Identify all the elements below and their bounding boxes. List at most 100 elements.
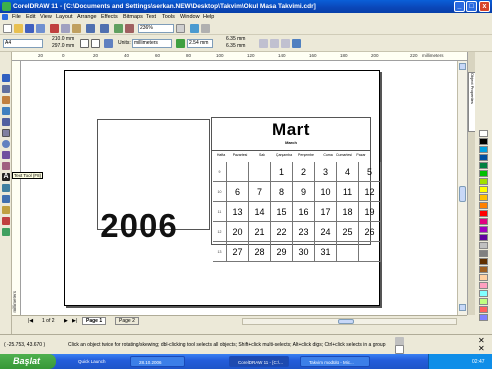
nudge-offset-field[interactable]: 2.54 mm xyxy=(187,39,213,48)
menu-effects[interactable]: Effects xyxy=(101,14,118,20)
paste-icon[interactable] xyxy=(72,24,81,33)
snap-icon[interactable] xyxy=(259,39,268,48)
day-cell[interactable]: 12 xyxy=(359,182,381,202)
all-pages-icon[interactable] xyxy=(104,39,113,48)
palette-swatch[interactable] xyxy=(479,162,488,169)
freehand-tool-icon[interactable] xyxy=(2,118,10,126)
day-cell[interactable]: 5 xyxy=(359,162,381,182)
page-last-button[interactable]: ▶| xyxy=(72,318,77,324)
copy-icon[interactable] xyxy=(61,24,70,33)
day-cell[interactable] xyxy=(227,162,249,182)
menu-help[interactable]: Help xyxy=(203,14,214,20)
month-calendar[interactable]: Mart March Hafta Pazartesi Salı Çarşamba… xyxy=(211,117,381,262)
outline-tool-icon[interactable] xyxy=(2,206,10,214)
day-cell[interactable]: 24 xyxy=(315,222,337,242)
palette-swatch[interactable] xyxy=(479,210,488,217)
zoom-tool-icon[interactable] xyxy=(2,107,10,115)
palette-swatch[interactable] xyxy=(479,138,488,145)
month-subtitle[interactable]: March xyxy=(212,140,370,145)
menu-window[interactable]: Window xyxy=(180,14,200,20)
palette-swatch[interactable] xyxy=(479,170,488,177)
day-cell[interactable]: 10 xyxy=(315,182,337,202)
duplicate-y-field[interactable]: 6.35 mm xyxy=(226,43,245,49)
text-tool-icon[interactable]: A xyxy=(2,173,10,181)
quick-launch[interactable]: Quick Launch xyxy=(70,356,120,367)
basic-shapes-tool-icon[interactable] xyxy=(2,162,10,170)
day-cell[interactable]: 29 xyxy=(271,242,293,262)
day-cell[interactable]: 8 xyxy=(271,182,293,202)
day-cell[interactable]: 15 xyxy=(271,202,293,222)
options-icon[interactable] xyxy=(281,39,290,48)
day-cell[interactable]: 6 xyxy=(227,182,249,202)
palette-swatch[interactable] xyxy=(479,194,488,201)
page-first-button[interactable]: |◀ xyxy=(28,318,33,324)
horizontal-scrollbar[interactable] xyxy=(242,318,457,325)
horizontal-ruler[interactable]: 20 0 20 40 60 80 100 120 140 160 180 200… xyxy=(12,52,467,61)
menu-view[interactable]: View xyxy=(40,14,52,20)
day-cell[interactable] xyxy=(249,162,271,182)
menu-edit[interactable]: Edit xyxy=(26,14,35,20)
save-icon[interactable] xyxy=(25,24,34,33)
day-cell[interactable]: 13 xyxy=(227,202,249,222)
day-cell[interactable]: 2 xyxy=(293,162,315,182)
new-icon[interactable] xyxy=(3,24,12,33)
palette-swatch[interactable] xyxy=(479,266,488,273)
redo-icon[interactable] xyxy=(100,24,109,33)
horizontal-scroll-thumb[interactable] xyxy=(338,319,354,324)
paper-size-select[interactable]: A4 xyxy=(3,39,43,48)
day-cell[interactable]: 26 xyxy=(359,222,381,242)
palette-swatch[interactable] xyxy=(479,218,488,225)
palette-swatch[interactable] xyxy=(479,234,488,241)
interactive-blend-tool-icon[interactable] xyxy=(2,184,10,192)
day-cell[interactable]: 19 xyxy=(359,202,381,222)
fill-tool-icon[interactable] xyxy=(2,217,10,225)
corel-online-icon[interactable] xyxy=(190,24,199,33)
clock[interactable]: 02:47 xyxy=(472,359,485,365)
day-cell[interactable]: 28 xyxy=(249,242,271,262)
interactive-fill-tool-icon[interactable] xyxy=(2,228,10,236)
units-select[interactable]: millimeters xyxy=(132,39,172,48)
scroll-up-button[interactable] xyxy=(459,63,466,70)
undo-icon[interactable] xyxy=(86,24,95,33)
day-cell[interactable]: 31 xyxy=(315,242,337,262)
menu-bitmaps[interactable]: Bitmaps xyxy=(123,14,143,20)
paper-width-field[interactable]: 210.0 mm xyxy=(52,36,74,42)
day-cell[interactable]: 7 xyxy=(249,182,271,202)
landscape-icon[interactable] xyxy=(91,39,100,48)
palette-swatch[interactable] xyxy=(479,274,488,281)
application-launcher-icon[interactable] xyxy=(201,24,210,33)
day-cell[interactable]: 11 xyxy=(337,182,359,202)
palette-swatch[interactable] xyxy=(479,282,488,289)
maximize-button[interactable]: □ xyxy=(466,1,477,12)
day-cell[interactable]: 18 xyxy=(337,202,359,222)
palette-swatch[interactable] xyxy=(479,178,488,185)
month-title[interactable]: Mart xyxy=(212,120,370,140)
menu-tools[interactable]: Tools xyxy=(162,14,175,20)
eyedropper-tool-icon[interactable] xyxy=(2,195,10,203)
print-icon[interactable] xyxy=(36,24,45,33)
palette-swatch[interactable] xyxy=(479,226,488,233)
menu-text[interactable]: Text xyxy=(146,14,156,20)
start-button[interactable]: Başlat xyxy=(0,354,56,369)
palette-swatch[interactable] xyxy=(479,314,488,321)
day-cell[interactable]: 30 xyxy=(293,242,315,262)
coreldraw-app-icon[interactable] xyxy=(2,2,11,11)
crop-tool-icon[interactable] xyxy=(2,96,10,104)
shape-tool-icon[interactable] xyxy=(2,85,10,93)
cut-icon[interactable] xyxy=(50,24,59,33)
close-button[interactable]: x xyxy=(479,1,490,12)
menu-file[interactable]: File xyxy=(12,14,21,20)
outline-indicator-icon[interactable] xyxy=(395,345,404,354)
day-cell[interactable]: 27 xyxy=(227,242,249,262)
portrait-icon[interactable] xyxy=(80,39,89,48)
day-cell[interactable]: 3 xyxy=(315,162,337,182)
zoom-level-field[interactable]: 236% xyxy=(138,24,174,33)
vertical-scrollbar[interactable] xyxy=(457,61,467,315)
scroll-thumb[interactable] xyxy=(459,186,466,202)
day-cell[interactable]: 23 xyxy=(293,222,315,242)
transform-icon[interactable] xyxy=(292,39,301,48)
pick-tool-icon[interactable] xyxy=(2,74,10,82)
export-icon[interactable] xyxy=(125,24,134,33)
palette-swatch[interactable] xyxy=(479,130,488,137)
vertical-ruler[interactable]: millimeters xyxy=(12,61,21,315)
